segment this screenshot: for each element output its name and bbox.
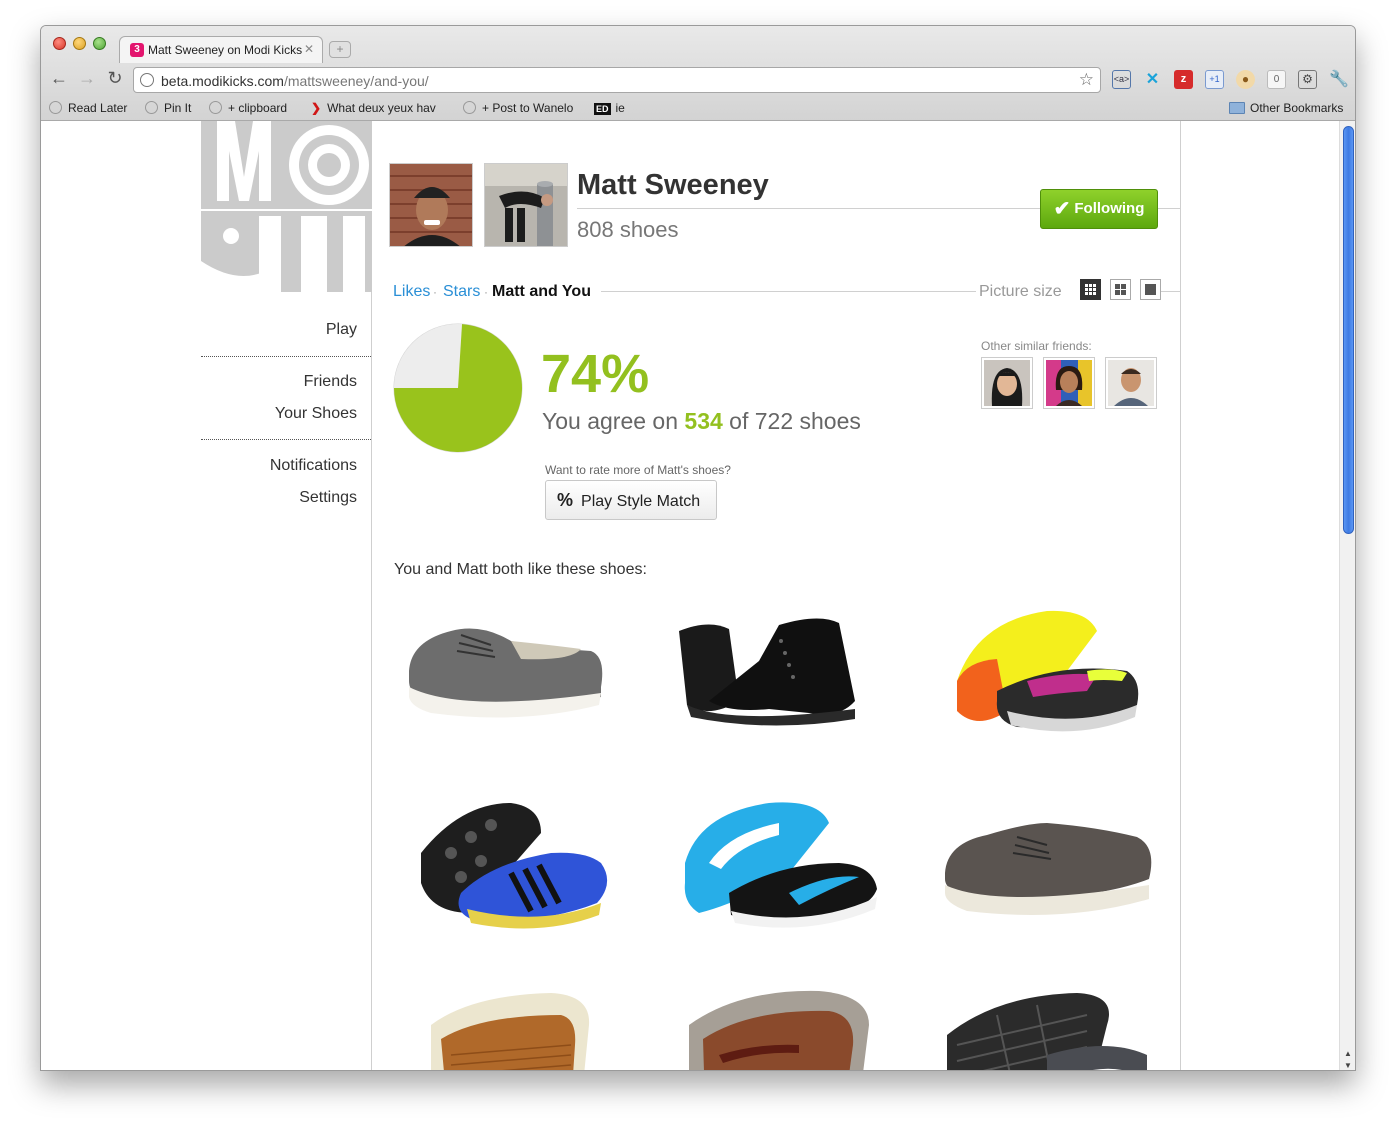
forward-icon[interactable]: → (77, 68, 97, 89)
nav-your-shoes[interactable]: Your Shoes (201, 405, 357, 423)
bookmark-what-deux-yeux[interactable]: ❯ What deux yeux hav (311, 101, 447, 115)
page-viewport: Play Friends Your Shoes Notifications Se… (41, 121, 1339, 1071)
back-icon[interactable]: ← (49, 68, 69, 89)
globe-icon (140, 73, 154, 87)
close-tab-icon[interactable]: ✕ (304, 42, 314, 56)
play-style-match-label: Play Style Match (581, 493, 701, 510)
checkmark-icon: ✔ (1053, 198, 1071, 220)
browser-chrome: 3 Matt Sweeney on Modi Kicks ✕ + ← → ↻ b… (41, 26, 1355, 121)
new-tab-button[interactable]: + (329, 41, 351, 58)
percent-icon: % (557, 490, 574, 510)
close-window-button[interactable] (53, 37, 66, 50)
shoe-grey-sneaker-image[interactable] (401, 601, 621, 761)
bookmark-globe-icon (145, 101, 158, 114)
modi-favicon-icon: 3 (130, 43, 144, 57)
shoe-blue-adidas-image[interactable] (401, 793, 621, 953)
nav-divider (201, 356, 371, 357)
folder-icon (1229, 102, 1245, 114)
similar-friend-avatar[interactable] (1105, 357, 1157, 409)
shoe-brown-canvas-image[interactable] (937, 793, 1157, 953)
nav-settings[interactable]: Settings (201, 489, 357, 507)
other-bookmarks[interactable]: Other Bookmarks (1229, 101, 1343, 115)
minimize-window-button[interactable] (73, 37, 86, 50)
pie-slice-remaining (394, 324, 463, 388)
bookmarks-bar: Read Later Pin It + clipboard ❯ What deux… (41, 96, 1355, 120)
following-button[interactable]: ✔ Following (1040, 189, 1158, 229)
rate-more-prompt: Want to rate more of Matt's shoes? (545, 463, 731, 477)
nav-notifications[interactable]: Notifications (201, 457, 357, 475)
tab-separator: · (433, 285, 437, 299)
similar-friend-avatar[interactable] (981, 357, 1033, 409)
reload-icon[interactable]: ↻ (105, 68, 125, 89)
extension-x-icon[interactable]: ✕ (1143, 70, 1162, 89)
agree-summary: You agree on 534 of 722 shoes (542, 408, 861, 434)
right-column-divider (1180, 121, 1181, 1070)
zoom-window-button[interactable] (93, 37, 106, 50)
vertical-scrollbar[interactable]: ▲ ▼ (1339, 121, 1355, 1070)
address-bar[interactable]: beta.modikicks.com/mattsweeney/and-you/ … (133, 67, 1101, 93)
nav-friends[interactable]: Friends (201, 373, 357, 391)
shoe-grey-vans-image[interactable] (669, 985, 889, 1071)
match-percent: 74% (541, 344, 650, 404)
picture-size-label: Picture size (979, 283, 1062, 300)
nav-play[interactable]: Play (201, 321, 357, 339)
tab-stars[interactable]: Stars (443, 283, 480, 301)
profile-shoe-count: 808 shoes (577, 217, 679, 242)
bookmark-globe-icon (463, 101, 476, 114)
wrench-icon[interactable]: 🔧 (1329, 70, 1349, 89)
shoe-blue-nike-image[interactable] (669, 793, 889, 953)
both-like-heading: You and Matt both like these shoes: (394, 561, 647, 578)
modi-logo[interactable] (201, 121, 372, 292)
subtabs-divider (601, 291, 976, 292)
bookmark-globe-icon (49, 101, 62, 114)
shoe-colorful-runner-image[interactable] (937, 601, 1157, 761)
extension-counter-badge[interactable]: 0 (1267, 70, 1286, 89)
tab-likes[interactable]: Likes (393, 283, 430, 301)
tab-bar: 3 Matt Sweeney on Modi Kicks ✕ + (41, 26, 1355, 63)
bookmark-globe-icon (209, 101, 222, 114)
tab-matt-and-you[interactable]: Matt and You (492, 283, 591, 301)
shoe-black-high-top-image[interactable] (669, 601, 889, 761)
url-text: beta.modikicks.com/mattsweeney/and-you/ (161, 73, 429, 89)
page-menu-icon[interactable]: ⚙ (1298, 70, 1317, 89)
bookmark-pin-it[interactable]: Pin It (145, 101, 191, 115)
browser-toolbar: ← → ↻ beta.modikicks.com/mattsweeney/and… (41, 63, 1355, 95)
ed-badge-icon: ED (594, 103, 611, 115)
tab-title: Matt Sweeney on Modi Kicks (148, 43, 303, 57)
shoe-dark-grey-image[interactable] (937, 985, 1157, 1071)
tab-separator: · (484, 285, 488, 299)
extension-plusone-icon[interactable]: +1 (1205, 70, 1224, 89)
agree-count: 534 (684, 408, 723, 434)
scroll-down-arrow-icon[interactable]: ▼ (1344, 1061, 1352, 1070)
profile-avatar[interactable] (389, 163, 473, 247)
bookmark-post-to-wanelo[interactable]: + Post to Wanelo (463, 101, 573, 115)
scrollbar-thumb[interactable] (1343, 126, 1354, 534)
bookmark-read-later[interactable]: Read Later (49, 101, 127, 115)
picture-size-large-button[interactable] (1140, 279, 1161, 300)
extension-cookie-icon[interactable]: ● (1236, 70, 1255, 89)
extension-zotero-icon[interactable]: z (1174, 70, 1193, 89)
bookmark-star-icon[interactable]: ☆ (1079, 70, 1094, 90)
scroll-up-arrow-icon[interactable]: ▲ (1344, 1049, 1352, 1058)
play-style-match-button[interactable]: % Play Style Match (545, 480, 717, 520)
grid-medium-icon (1115, 284, 1126, 295)
similar-friend-avatar[interactable] (1043, 357, 1095, 409)
bookmark-ie[interactable]: ED ie (594, 101, 625, 115)
browser-window: 3 Matt Sweeney on Modi Kicks ✕ + ← → ↻ b… (40, 25, 1356, 1071)
profile-name: Matt Sweeney (577, 169, 769, 201)
shoe-cream-vans-image[interactable] (401, 985, 621, 1071)
grid-large-icon (1145, 284, 1156, 295)
nav-divider (201, 439, 371, 440)
following-label: Following (1074, 200, 1145, 217)
browser-tab[interactable]: 3 Matt Sweeney on Modi Kicks ✕ (119, 36, 323, 63)
bookmark-chevron-icon: ❯ (311, 101, 322, 115)
extension-amazon-icon[interactable]: <a> (1112, 70, 1131, 89)
bookmark-clipboard[interactable]: + clipboard (209, 101, 287, 115)
similar-friends-label: Other similar friends: (981, 339, 1092, 353)
match-pie-chart (393, 323, 523, 453)
profile-photo[interactable] (484, 163, 568, 247)
picture-size-medium-button[interactable] (1110, 279, 1131, 300)
picture-size-small-button[interactable] (1080, 279, 1101, 300)
grid-small-icon (1085, 284, 1096, 295)
